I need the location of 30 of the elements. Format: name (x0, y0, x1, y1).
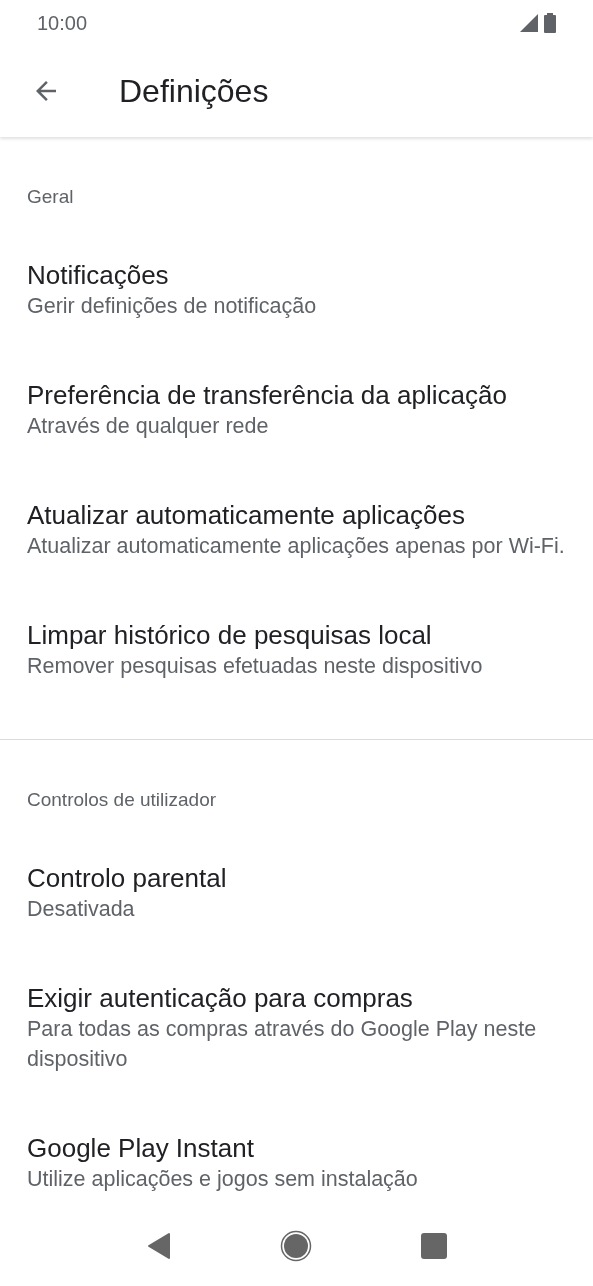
signal-icon (520, 13, 538, 32)
settings-item[interactable]: Exigir autenticação para compras Para todas as compras através do Google Play neste dispositivo (0, 953, 593, 1103)
item-title: Controlo parental (27, 862, 228, 894)
settings-item[interactable]: Notificações Gerir definições de notificação (0, 230, 593, 350)
page-title: Definições (119, 72, 269, 111)
section-header: Controlos de utilizador (27, 788, 218, 812)
item-subtitle: Desativada (27, 896, 136, 923)
item-title: Limpar histórico de pesquisas local (27, 619, 433, 651)
item-title: Atualizar automaticamente aplicações (27, 499, 466, 531)
settings-item[interactable]: Limpar histórico de pesquisas local Remover pesquisas efetuadas neste dispositivo (0, 590, 593, 739)
settings-item[interactable]: Atualizar automaticamente aplicações Atualizar automaticamente aplicações apenas por Wi-Fi. (0, 470, 593, 590)
square-icon (421, 1233, 448, 1259)
battery-icon (544, 12, 556, 33)
item-title: Google Play Instant (27, 1132, 255, 1164)
item-title: Notificações (27, 259, 170, 291)
item-subtitle: Utilize aplicações e jogos sem instalação (27, 1166, 419, 1193)
item-subtitle: Gerir definições de notificação (27, 293, 318, 320)
item-title: Preferência de transferência da aplicação (27, 379, 508, 411)
status-time: 10:00 (37, 10, 88, 36)
triangle-icon (146, 1232, 171, 1260)
circle-icon (280, 1230, 313, 1262)
item-subtitle: Atualizar automaticamente aplicações apenas por Wi-Fi. (27, 533, 566, 560)
section-header: Geral (27, 185, 75, 209)
item-subtitle: Através de qualquer rede (27, 413, 270, 440)
item-subtitle: Remover pesquisas efetuadas neste dispositivo (27, 653, 484, 680)
settings-item[interactable]: Google Play Instant Utilize aplicações e jogos sem instalação (0, 1103, 593, 1206)
item-subtitle: Para todas as compras através do Google Play neste dispositivo (27, 1016, 538, 1073)
item-title: Exigir autenticação para compras (27, 982, 414, 1014)
settings-item[interactable]: Preferência de transferência da aplicação Através de qualquer rede (0, 350, 593, 470)
settings-item[interactable]: Controlo parental Desativada (0, 833, 593, 953)
